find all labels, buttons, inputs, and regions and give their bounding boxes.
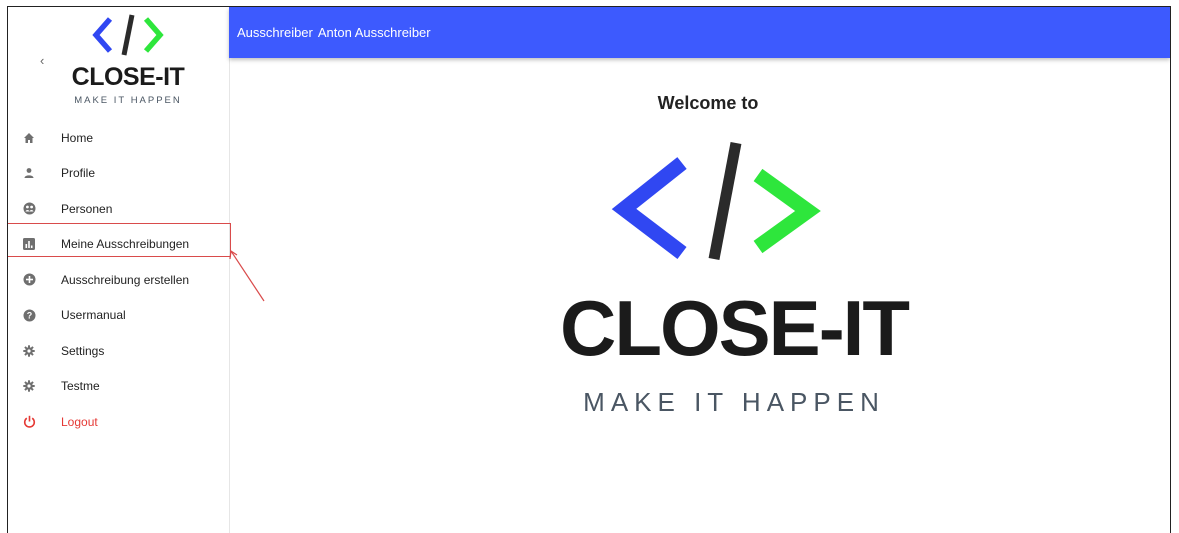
chevron-left-icon[interactable]: ‹ [40, 53, 44, 68]
power-icon [22, 415, 36, 429]
code-brackets-icon [92, 14, 164, 56]
add-circle-icon [22, 273, 36, 287]
sidebar-item-label: Settings [61, 343, 105, 358]
sidebar-item-testme[interactable]: Testme [8, 369, 229, 405]
sidebar-logo: CLOSE-IT MAKE IT HAPPEN [60, 11, 196, 111]
svg-text:?: ? [26, 310, 32, 320]
sidebar-item-label: Home [61, 130, 94, 145]
code-brackets-icon [611, 141, 821, 261]
sidebar-item-label: Testme [61, 379, 100, 394]
chart-icon [22, 237, 36, 251]
sidebar-item-settings[interactable]: Settings [8, 333, 229, 369]
top-app-bar: Ausschreiber Anton Ausschreiber [229, 7, 1170, 58]
sidebar-brand-name: CLOSE-IT [71, 63, 185, 91]
main-brand-name: CLOSE-IT [560, 284, 910, 372]
sidebar-item-label: Personen [61, 201, 113, 216]
annotation-arrow [229, 249, 265, 302]
sidebar-item-label: Usermanual [61, 308, 126, 323]
main-logo: CLOSE-IT MAKE IT HAPPEN [544, 141, 924, 431]
main-brand-tagline: MAKE IT HAPPEN [583, 387, 885, 417]
user-role: Ausschreiber [237, 25, 313, 40]
gear-icon [22, 379, 36, 393]
person-icon [22, 166, 36, 180]
sidebar-item-logout[interactable]: Logout [8, 404, 229, 440]
app-window: ‹ CLOSE-IT MAKE IT HAPPEN Home Profile P… [7, 6, 1171, 533]
sidebar-item-profile[interactable]: Profile [8, 156, 229, 192]
sidebar-item-label: Profile [61, 166, 96, 181]
sidebar-item-home[interactable]: Home [8, 120, 229, 156]
sidebar-item-label: Meine Ausschreibungen [61, 237, 190, 252]
help-icon: ? [22, 308, 36, 322]
sidebar-item-meine-ausschreibungen[interactable]: Meine Ausschreibungen [8, 227, 229, 263]
people-icon [22, 202, 36, 216]
current-user: Ausschreiber Anton Ausschreiber [237, 7, 431, 59]
sidebar-nav: Home Profile Personen Meine Ausschreibun… [8, 120, 229, 440]
sidebar-item-ausschreibung-erstellen[interactable]: Ausschreibung erstellen [8, 262, 229, 298]
sidebar-item-usermanual[interactable]: ? Usermanual [8, 298, 229, 334]
user-name: Anton Ausschreiber [317, 25, 431, 40]
home-icon [22, 131, 36, 145]
sidebar-item-label: Ausschreibung erstellen [61, 272, 190, 287]
gear-icon [22, 344, 36, 358]
sidebar-item-label: Logout [61, 414, 98, 429]
welcome-heading: Welcome to [657, 93, 759, 113]
sidebar: ‹ CLOSE-IT MAKE IT HAPPEN Home Profile P… [8, 7, 231, 533]
sidebar-brand-tagline: MAKE IT HAPPEN [74, 95, 182, 106]
sidebar-item-personen[interactable]: Personen [8, 191, 229, 227]
